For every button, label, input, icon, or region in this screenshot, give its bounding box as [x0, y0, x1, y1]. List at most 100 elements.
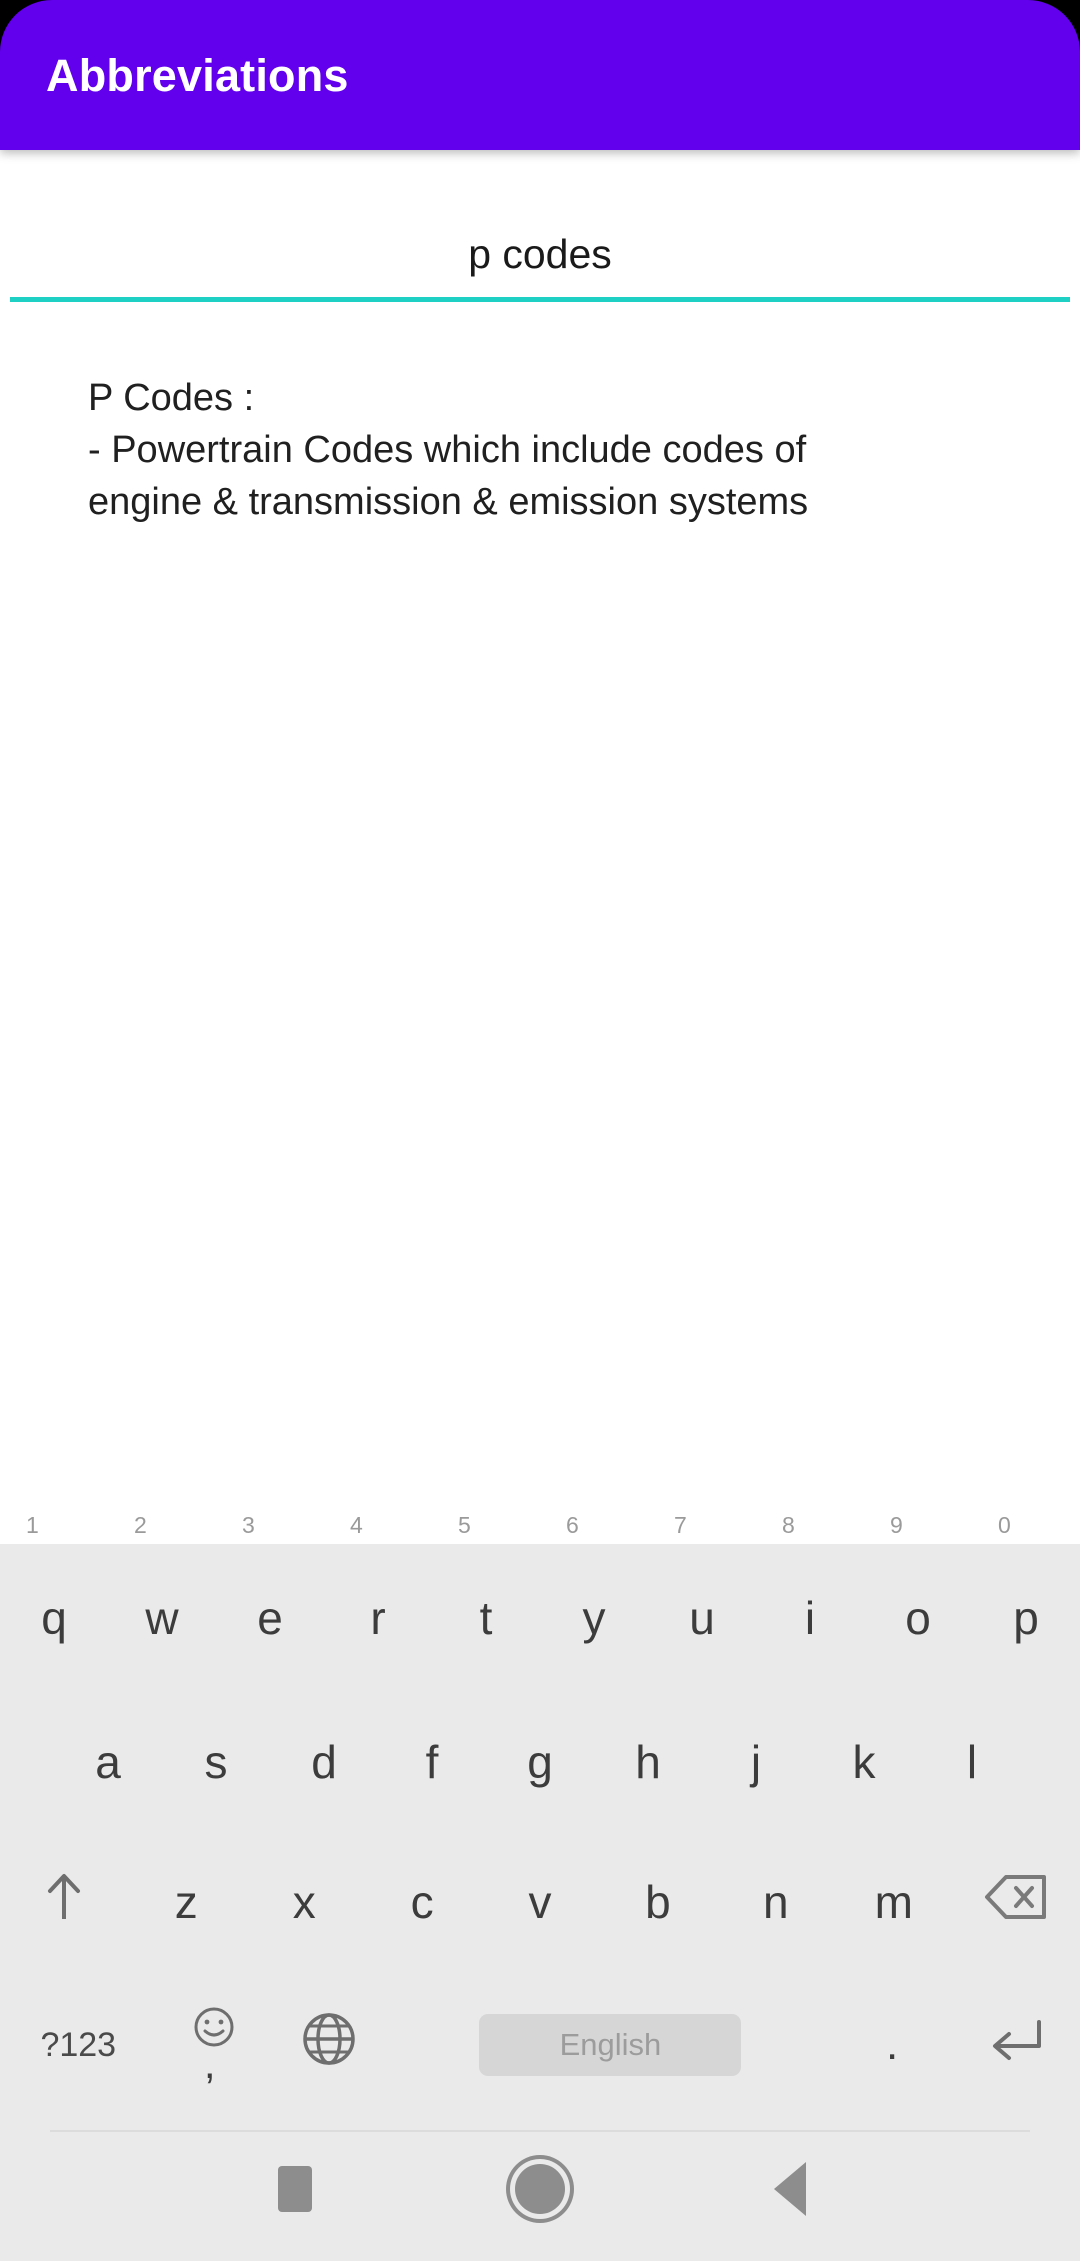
key-z-label: z — [174, 1876, 198, 1928]
keyboard-row-1: q1 w2 e3 r4 t5 y6 u7 i8 o9 p0 — [0, 1514, 1080, 1692]
search-field-container[interactable] — [10, 212, 1070, 302]
key-w-label: w — [145, 1592, 179, 1644]
key-p[interactable]: p0 — [972, 1514, 1080, 1692]
content-area: P Codes : - Powertrain Codes which inclu… — [0, 150, 1080, 1544]
key-u[interactable]: u7 — [648, 1514, 756, 1692]
symbols-key[interactable]: ?123 — [0, 1972, 157, 2117]
keyboard-row-4: ?123 , English . — [0, 1972, 1080, 2117]
key-j-label: j — [750, 1736, 762, 1788]
key-q[interactable]: q1 — [0, 1514, 108, 1692]
key-w-number: 2 — [134, 1512, 147, 1538]
key-i-number: 8 — [782, 1512, 795, 1538]
search-underline — [10, 297, 1070, 302]
emoji-comma-key[interactable]: , — [157, 1972, 272, 2117]
key-m-label: m — [874, 1876, 913, 1928]
key-r[interactable]: r4 — [324, 1514, 432, 1692]
key-c[interactable]: c — [363, 1832, 481, 1972]
key-k-label: k — [852, 1736, 876, 1788]
key-u-number: 7 — [674, 1512, 687, 1538]
key-q-number: 1 — [26, 1512, 39, 1538]
period-key-label: . — [886, 2019, 899, 2069]
key-q-label: q — [41, 1592, 67, 1644]
key-t-label: t — [479, 1592, 493, 1644]
app-bar: Abbreviations — [0, 0, 1080, 150]
home-button[interactable] — [450, 2117, 630, 2261]
symbols-key-label: ?123 — [40, 2025, 117, 2064]
key-v-label: v — [528, 1876, 552, 1928]
key-g-label: g — [527, 1736, 553, 1788]
key-o-number: 9 — [890, 1512, 903, 1538]
spacebar-label: English — [559, 2026, 662, 2062]
key-p-label: p — [1013, 1592, 1039, 1644]
system-navigation-bar — [0, 2117, 1080, 2261]
key-i-label: i — [804, 1592, 816, 1644]
key-d[interactable]: d — [270, 1692, 378, 1832]
key-l[interactable]: l — [918, 1692, 1026, 1832]
key-a[interactable]: a — [54, 1692, 162, 1832]
square-icon — [278, 2166, 312, 2212]
key-y[interactable]: y6 — [540, 1514, 648, 1692]
key-x[interactable]: x — [245, 1832, 363, 1972]
result-heading: P Codes : — [88, 377, 255, 419]
key-o[interactable]: o9 — [864, 1514, 972, 1692]
key-v[interactable]: v — [481, 1832, 599, 1972]
key-z[interactable]: z — [127, 1832, 245, 1972]
key-o-label: o — [905, 1592, 931, 1644]
result-text-block: P Codes : - Powertrain Codes which inclu… — [88, 372, 968, 528]
key-f[interactable]: f — [378, 1692, 486, 1832]
key-d-label: d — [311, 1736, 337, 1788]
key-t[interactable]: t5 — [432, 1514, 540, 1692]
enter-key[interactable] — [950, 1972, 1080, 2117]
key-f-label: f — [425, 1736, 439, 1788]
key-h[interactable]: h — [594, 1692, 702, 1832]
backspace-icon — [984, 1874, 1048, 1931]
key-m[interactable]: m — [835, 1832, 953, 1972]
circle-icon — [515, 2164, 565, 2214]
key-r-label: r — [370, 1592, 386, 1644]
key-t-number: 5 — [458, 1512, 471, 1538]
key-h-label: h — [635, 1736, 661, 1788]
key-x-label: x — [292, 1876, 316, 1928]
keyboard-row-2: a s d f g h j k l — [0, 1692, 1080, 1832]
enter-icon — [985, 2016, 1045, 2073]
key-y-number: 6 — [566, 1512, 579, 1538]
back-button[interactable] — [700, 2117, 880, 2261]
key-n[interactable]: n — [717, 1832, 835, 1972]
key-k[interactable]: k — [810, 1692, 918, 1832]
key-g[interactable]: g — [486, 1692, 594, 1832]
key-e-number: 3 — [242, 1512, 255, 1538]
key-i[interactable]: i8 — [756, 1514, 864, 1692]
key-e[interactable]: e3 — [216, 1514, 324, 1692]
result-line-2: engine & transmission & emission systems — [88, 481, 809, 523]
search-input[interactable] — [10, 212, 1070, 296]
key-s[interactable]: s — [162, 1692, 270, 1832]
spacebar-label-box: English — [479, 2013, 742, 2076]
key-a-label: a — [95, 1736, 121, 1788]
globe-icon — [300, 2010, 358, 2079]
key-c-label: c — [410, 1876, 434, 1928]
shift-key[interactable] — [0, 1832, 127, 1972]
key-w[interactable]: w2 — [108, 1514, 216, 1692]
key-p-number: 0 — [998, 1512, 1011, 1538]
key-u-label: u — [689, 1592, 715, 1644]
key-b[interactable]: b — [599, 1832, 717, 1972]
key-y-label: y — [582, 1592, 606, 1644]
key-s-label: s — [204, 1736, 228, 1788]
backspace-key[interactable] — [953, 1832, 1080, 1972]
key-b-label: b — [645, 1876, 671, 1928]
recents-button[interactable] — [205, 2117, 385, 2261]
triangle-back-icon — [774, 2162, 806, 2216]
key-e-label: e — [257, 1592, 283, 1644]
key-j[interactable]: j — [702, 1692, 810, 1832]
result-line-1: - Powertrain Codes which include codes o… — [88, 429, 807, 471]
language-switch-key[interactable] — [271, 1972, 386, 2117]
comma-label: , — [203, 2039, 216, 2087]
key-r-number: 4 — [350, 1512, 363, 1538]
soft-keyboard: q1 w2 e3 r4 t5 y6 u7 i8 o9 p0 a s d f g … — [0, 1514, 1080, 2117]
period-key[interactable]: . — [835, 1972, 950, 2117]
spacebar-key[interactable]: English — [386, 1972, 835, 2117]
key-n-label: n — [763, 1876, 789, 1928]
key-l-label: l — [966, 1736, 978, 1788]
keyboard-row-3: z x c v b n m — [0, 1832, 1080, 1972]
shift-icon — [41, 1871, 87, 1934]
